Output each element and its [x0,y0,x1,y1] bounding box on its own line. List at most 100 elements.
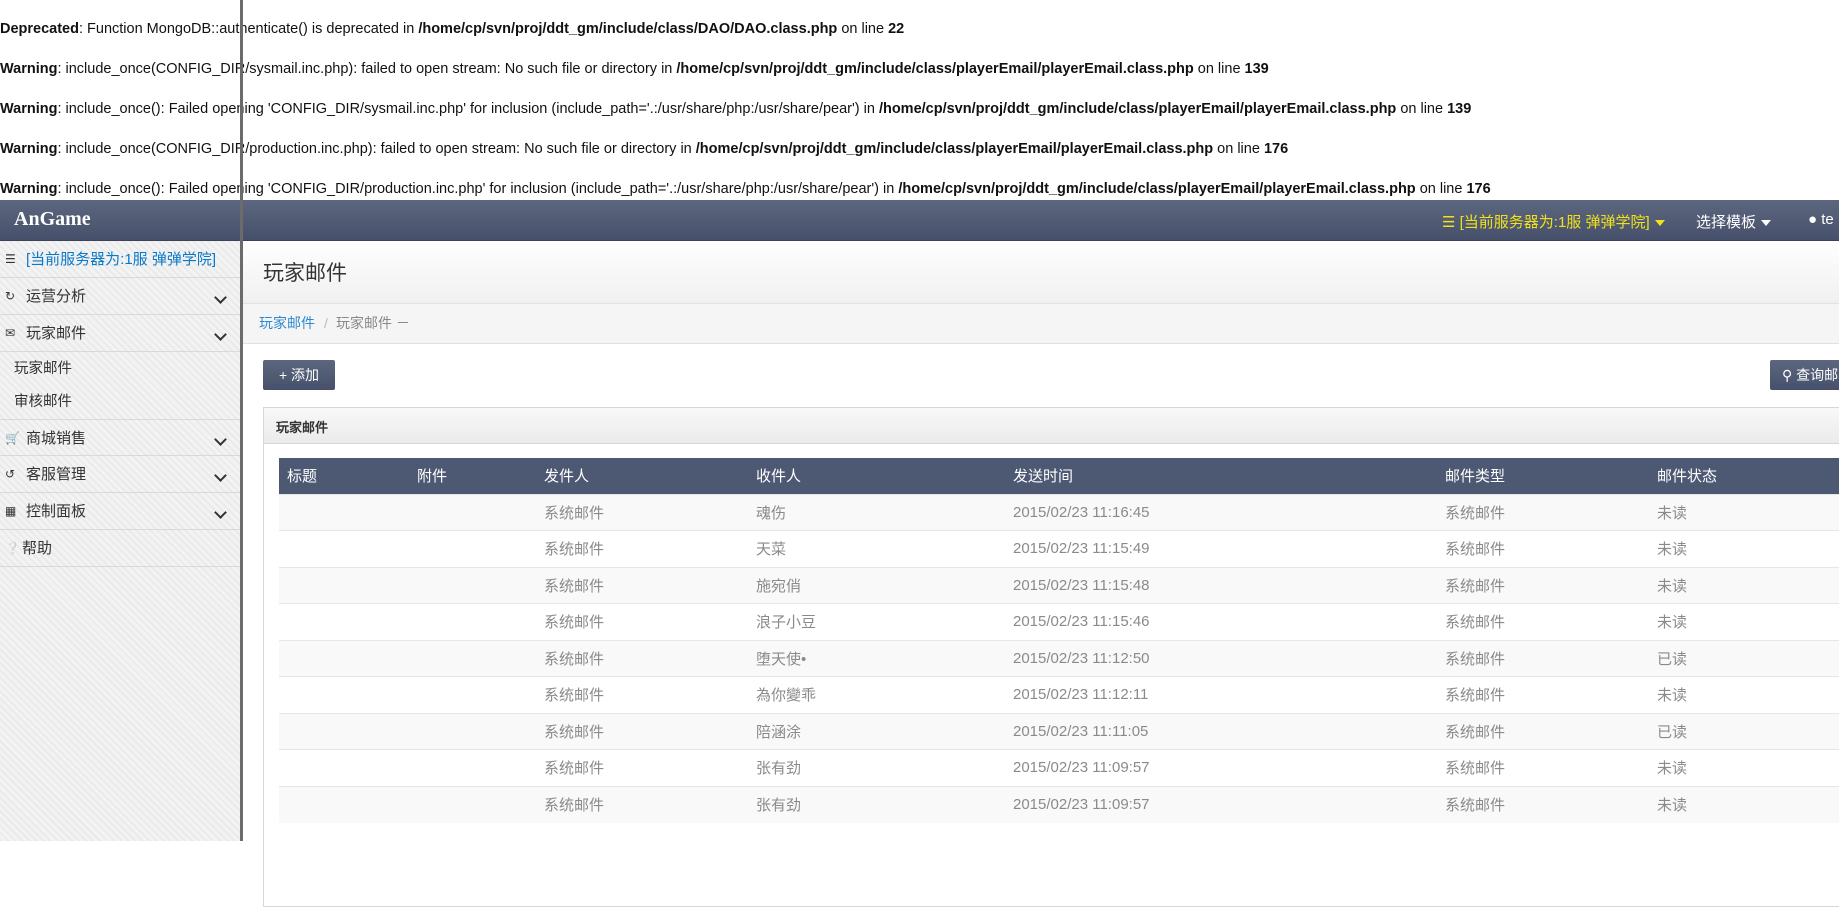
cell-mail-status: 未读 [1649,566,1839,604]
table-row[interactable]: 系统邮件 天菜 2015/02/23 11:15:49 系统邮件 未读 [279,530,1839,567]
cell-mail-status: 未读 [1649,676,1839,713]
table-row[interactable]: 系统邮件 张有劲 2015/02/23 11:09:57 系统邮件 未读 [279,749,1839,786]
cell-attachment [409,785,536,823]
chevron-down-icon [214,433,227,446]
cell-attachment [409,493,536,531]
list-icon: ☰ [1442,214,1456,231]
breadcrumb-separator: / [324,315,328,331]
add-button[interactable]: + 添加 [263,360,335,390]
error-line: Deprecated: Function MongoDB::authentica… [0,21,905,37]
caret-down-icon [1761,220,1772,227]
cell-mail-status: 未读 [1649,530,1839,567]
sidebar-item-operations[interactable]: ↻ 运营分析 [0,278,240,315]
cell-send-time: 2015/02/23 11:11:05 [1005,712,1437,750]
error-line: Warning: include_once(CONFIG_DIR/product… [0,141,1289,157]
cell-attachment [409,530,536,567]
cell-attachment [409,603,536,640]
table-row[interactable]: 系统邮件 浪子小豆 2015/02/23 11:15:46 系统邮件 未读 [279,603,1839,640]
cell-send-time: 2015/02/23 11:15:49 [1005,530,1437,567]
main-content: 玩家邮件 玩家邮件 / 玩家邮件 － + 添加 ⚲ 查询邮 玩家邮件 标题 附件… [243,241,1839,907]
chevron-down-icon [214,291,227,304]
user-icon: ● [1808,211,1818,228]
cell-mail-type: 系统邮件 [1437,493,1649,531]
sidebar-item-customer-service[interactable]: ↺ 客服管理 [0,456,240,493]
cell-mail-status: 未读 [1649,785,1839,823]
cell-title [279,676,409,713]
column-header-attachment[interactable]: 附件 [409,458,536,494]
column-header-title[interactable]: 标题 [279,458,409,494]
cell-attachment [409,566,536,604]
breadcrumb: 玩家邮件 / 玩家邮件 － [243,304,1839,344]
breadcrumb-link-player-mail[interactable]: 玩家邮件 [259,304,315,343]
error-line: Warning: include_once(CONFIG_DIR/sysmail… [0,61,1269,77]
sidebar-item-help[interactable]: ❔ 帮助 [0,530,240,567]
cell-mail-status: 未读 [1649,603,1839,640]
cell-mail-type: 系统邮件 [1437,639,1649,677]
cell-send-time: 2015/02/23 11:12:50 [1005,639,1437,677]
cell-send-time: 2015/02/23 11:16:45 [1005,493,1437,531]
sidebar-item-player-mail[interactable]: ✉ 玩家邮件 [0,315,240,352]
cell-title [279,566,409,604]
user-menu[interactable]: ● te [1808,211,1834,228]
page-title: 玩家邮件 [263,262,347,285]
column-header-recipient[interactable]: 收件人 [748,458,1005,494]
cell-title [279,749,409,786]
cell-attachment [409,712,536,750]
cell-title [279,639,409,677]
cell-sender: 系统邮件 [536,785,748,823]
table-row[interactable]: 系统邮件 张有劲 2015/02/23 11:09:57 系统邮件 未读 [279,785,1839,823]
cell-title [279,712,409,750]
chevron-down-icon [214,506,227,519]
list-icon: ☰ [5,252,16,266]
column-header-mail-status[interactable]: 邮件状态 [1649,458,1839,494]
cell-sender: 系统邮件 [536,712,748,750]
cell-recipient: 為你變乖 [748,676,1005,713]
cell-mail-type: 系统邮件 [1437,530,1649,567]
chevron-down-icon [214,469,227,482]
template-select-dropdown[interactable]: 选择模板 [1696,211,1772,232]
sidebar-subitem-player-mail[interactable]: 玩家邮件 [14,352,72,386]
cell-sender: 系统邮件 [536,493,748,531]
cell-recipient: 张有劲 [748,749,1005,786]
column-header-mail-type[interactable]: 邮件类型 [1437,458,1649,494]
cell-mail-type: 系统邮件 [1437,712,1649,750]
sidebar-subitem-review-mail[interactable]: 审核邮件 [14,385,72,419]
error-line: Warning: include_once(): Failed opening … [0,101,1472,117]
cell-mail-type: 系统邮件 [1437,603,1649,640]
cell-title [279,530,409,567]
cell-title [279,493,409,531]
caret-down-icon [1654,220,1665,227]
table-row[interactable]: 系统邮件 陪涵涂 2015/02/23 11:11:05 系统邮件 已读 [279,712,1839,750]
query-mail-button[interactable]: ⚲ 查询邮 [1770,360,1839,390]
chevron-down-icon [214,328,227,341]
cell-send-time: 2015/02/23 11:12:11 [1005,676,1437,713]
sidebar-server-indicator[interactable]: ☰ [当前服务器为:1服 弹弹学院] [0,241,240,278]
cell-send-time: 2015/02/23 11:15:46 [1005,603,1437,640]
cell-recipient: 天菜 [748,530,1005,567]
column-header-sender[interactable]: 发件人 [536,458,748,494]
table-header-row: 标题 附件 发件人 收件人 发送时间 邮件类型 邮件状态 [279,458,1839,494]
brand-logo[interactable]: AnGame [14,208,91,231]
sidebar-item-control-panel[interactable]: ▦ 控制面板 [0,493,240,530]
error-line: Warning: include_once(): Failed opening … [0,181,1491,197]
mail-table: 标题 附件 发件人 收件人 发送时间 邮件类型 邮件状态 系统邮件 魂伤 2015/… [279,458,1839,823]
cell-mail-status: 已读 [1649,639,1839,677]
circle-arrow-icon: ↺ [5,467,16,481]
sidebar-item-shop-sales[interactable]: 🛒 商城销售 [0,419,240,456]
table-row[interactable]: 系统邮件 魂伤 2015/02/23 11:16:45 系统邮件 未读 [279,493,1839,531]
cell-recipient: 堕天使• [748,639,1005,677]
cell-mail-type: 系统邮件 [1437,785,1649,823]
panel-title: 玩家邮件 [276,420,329,435]
page-divider [240,0,243,841]
table-row[interactable]: 系统邮件 施宛俏 2015/02/23 11:15:48 系统邮件 未读 [279,566,1839,604]
cell-send-time: 2015/02/23 11:15:48 [1005,566,1437,604]
cell-send-time: 2015/02/23 11:09:57 [1005,749,1437,786]
table-row[interactable]: 系统邮件 為你變乖 2015/02/23 11:12:11 系统邮件 未读 [279,676,1839,713]
breadcrumb-current: 玩家邮件 － [336,315,410,331]
table-row[interactable]: 系统邮件 堕天使• 2015/02/23 11:12:50 系统邮件 已读 [279,639,1839,677]
mail-panel: 玩家邮件 标题 附件 发件人 收件人 发送时间 邮件类型 邮件状态 系统邮件 魂伤… [263,407,1839,907]
server-switch-dropdown[interactable]: ☰ [当前服务器为:1服 弹弹学院] [1442,211,1665,232]
grid-icon: ▦ [5,504,17,518]
sidebar: ☰ [当前服务器为:1服 弹弹学院] ↻ 运营分析 ✉ 玩家邮件 玩家邮件 审核… [0,241,240,841]
column-header-send-time[interactable]: 发送时间 [1005,458,1437,494]
